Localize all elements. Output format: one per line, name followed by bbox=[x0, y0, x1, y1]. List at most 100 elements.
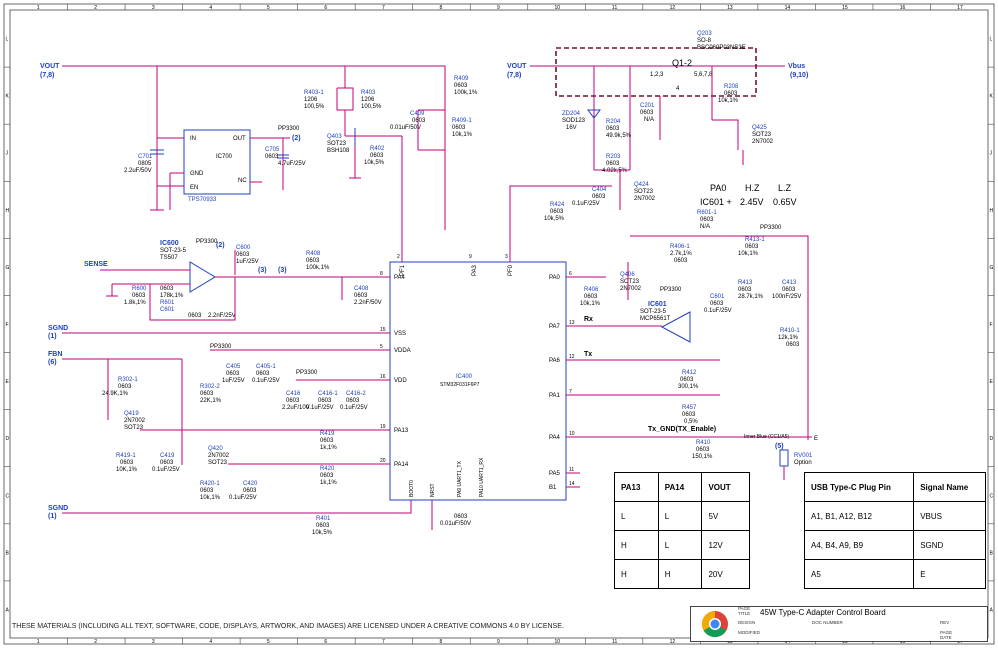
note-hz: H.Z bbox=[745, 183, 760, 193]
vbus-ref: (9,10) bbox=[790, 72, 808, 79]
ic700-pin-gnd: GND bbox=[190, 171, 204, 177]
grid-col-label: 1 bbox=[37, 639, 40, 645]
sense-net: SENSE bbox=[84, 261, 108, 268]
tx-gnd-net: Tx_GND(TX_Enable) bbox=[648, 426, 716, 433]
r413-1-pkg: 0603 bbox=[745, 244, 759, 250]
c601-val: 2.2nF/25V bbox=[208, 313, 236, 319]
r208-ref: R208 bbox=[724, 84, 739, 90]
r410-ref: R410 bbox=[696, 440, 711, 446]
pin-table-header-pa14: PA14 bbox=[657, 472, 703, 502]
ic400-mcu: IC400 STM32F031F6P7 PA4 8 VSS 15 VDDA 5 VDD 16 P… bbox=[380, 254, 580, 501]
mcu-pin-name: PA13 bbox=[394, 428, 409, 434]
grid-col-label: 12 bbox=[670, 639, 676, 645]
r410-val: 150,1% bbox=[692, 454, 713, 460]
r204-val: 49.9k,5% bbox=[606, 133, 632, 139]
table-cell: 12V bbox=[701, 530, 750, 560]
c416-1-val: 0.1uF/25V bbox=[306, 405, 334, 411]
c405-val: 1uF/25V bbox=[222, 378, 245, 384]
mcu-pin-num: 6 bbox=[569, 271, 572, 277]
r208-pkg: 0603 bbox=[724, 91, 738, 97]
mcu-pin-name: PA5 bbox=[549, 471, 561, 477]
r420-1-val: 10k,1% bbox=[200, 495, 221, 501]
r419-pkg: 0603 bbox=[320, 438, 334, 444]
mcu-pin-name: PA1 bbox=[549, 393, 561, 399]
grid-col-label: 10 bbox=[555, 5, 561, 11]
note-ic601: IC601 + bbox=[700, 197, 732, 207]
q1-label: Q1-2 bbox=[672, 58, 692, 68]
c409-ref: C409 bbox=[410, 111, 425, 117]
grid-col-label: 7 bbox=[382, 5, 385, 11]
table-cell: H bbox=[657, 559, 703, 589]
mcu-pin-num: 8 bbox=[380, 271, 383, 277]
grid-col-label: 17 bbox=[957, 5, 963, 11]
c409-val: 0.01uF/50V bbox=[390, 125, 421, 131]
mcu-pin-name: VDDA bbox=[394, 348, 411, 354]
ic700-part: TPS70933 bbox=[188, 197, 217, 203]
table-row: H L 12V bbox=[614, 530, 750, 560]
rv001-body bbox=[779, 449, 789, 467]
pin-table-header: PA13 PA14 VOUT bbox=[614, 472, 750, 502]
grid-col-label: 7 bbox=[382, 639, 385, 645]
c404-pkg: 0603 bbox=[592, 194, 606, 200]
tb-title-label: TITLE bbox=[738, 611, 751, 616]
q425-part: 2N7002 bbox=[752, 139, 774, 145]
r401-ref: R401 bbox=[316, 516, 331, 522]
r302-1-pkg: 0603 bbox=[118, 384, 132, 390]
grid-row-label: H bbox=[6, 208, 10, 214]
mcu-pin-num: 19 bbox=[380, 424, 386, 430]
c420-pkg: 0603 bbox=[243, 488, 257, 494]
pp3300-vdda-net: PP3300 bbox=[210, 344, 232, 350]
c201-ref: C201 bbox=[640, 103, 655, 109]
c404-val: 0.1uF/25V bbox=[572, 201, 600, 207]
grid-col-label: 8 bbox=[439, 639, 442, 645]
q403-pkg: SOT23 bbox=[327, 141, 347, 147]
r412-ref: R412 bbox=[682, 370, 697, 376]
grid-col-label: 14 bbox=[785, 5, 791, 11]
c201-val: N/A bbox=[644, 117, 654, 123]
mcu-pin-name: NRST bbox=[430, 483, 436, 497]
usb-pin-table: USB Type-C Plug Pin Signal Name A1, B1, … bbox=[803, 472, 986, 589]
c416-2-val: 0.1uF/25V bbox=[340, 405, 368, 411]
c705-pkg: 0603 bbox=[265, 154, 279, 160]
c409-pkg: 0603 bbox=[412, 118, 426, 124]
r302-2-val: 22K,1% bbox=[200, 398, 222, 404]
grid-row-label: C bbox=[990, 493, 994, 499]
r600-pkg: 0603 bbox=[132, 293, 146, 299]
ic600-section: IC600 SOT-23-5 TS507 PP3300 (2) SENSE C6… bbox=[84, 239, 390, 321]
q403-ref: Q403 bbox=[327, 134, 342, 140]
cc-net: Inner Blue (CC1/A5) bbox=[744, 434, 789, 440]
table-row: L L 5V bbox=[614, 501, 750, 531]
sgnd-top-ref: (1) bbox=[48, 333, 57, 340]
table-row: A4, B4, A9, B9 SGND bbox=[803, 530, 986, 560]
r457-ref: R457 bbox=[682, 405, 697, 411]
fbn-net: FBN bbox=[48, 351, 62, 358]
grid-row-label: F bbox=[990, 322, 993, 328]
grid-row-label: A bbox=[6, 607, 10, 613]
grid-row-label: K bbox=[6, 94, 10, 100]
ic400-ref: IC400 bbox=[456, 374, 473, 380]
grid-row-label: B bbox=[6, 550, 10, 556]
grid-col-label: 1 bbox=[37, 5, 40, 11]
r203-pkg: 0603 bbox=[606, 161, 620, 167]
q1-pins-source: 1,2,3 bbox=[650, 72, 664, 78]
grid-col-label: 9 bbox=[497, 5, 500, 11]
sgnd-bot-net: SGND bbox=[48, 505, 68, 512]
q420-ref: Q420 bbox=[208, 446, 223, 452]
c416-2-ref: C416-2 bbox=[346, 391, 366, 397]
pin-table-header-vout: VOUT bbox=[701, 472, 750, 502]
q424-part: 2N7002 bbox=[634, 196, 656, 202]
q406-part: 2N7002 bbox=[620, 286, 642, 292]
mcu-pin-name: B1 bbox=[549, 485, 557, 491]
schematic-sheet: 1 1 2 2 3 3 4 4 5 5 6 6 7 7 8 8 9 9 10 10 11 11 12 12 13 13 14 14 15… bbox=[0, 0, 998, 648]
table-cell: 20V bbox=[701, 559, 750, 589]
grid-col-label: 5 bbox=[267, 5, 270, 11]
r403-ref: R403 bbox=[361, 90, 376, 96]
r601-pkg: 0603 bbox=[160, 286, 174, 292]
table-cell: A4, B4, A9, B9 bbox=[803, 530, 915, 560]
c601b-ref: C601 bbox=[710, 294, 725, 300]
grid-col-label: 4 bbox=[209, 639, 212, 645]
grid-col-label: 16 bbox=[900, 5, 906, 11]
r424-val: 10k,5% bbox=[544, 216, 565, 222]
grid-row-label: J bbox=[6, 151, 9, 157]
c701-pkg: 0805 bbox=[138, 161, 152, 167]
